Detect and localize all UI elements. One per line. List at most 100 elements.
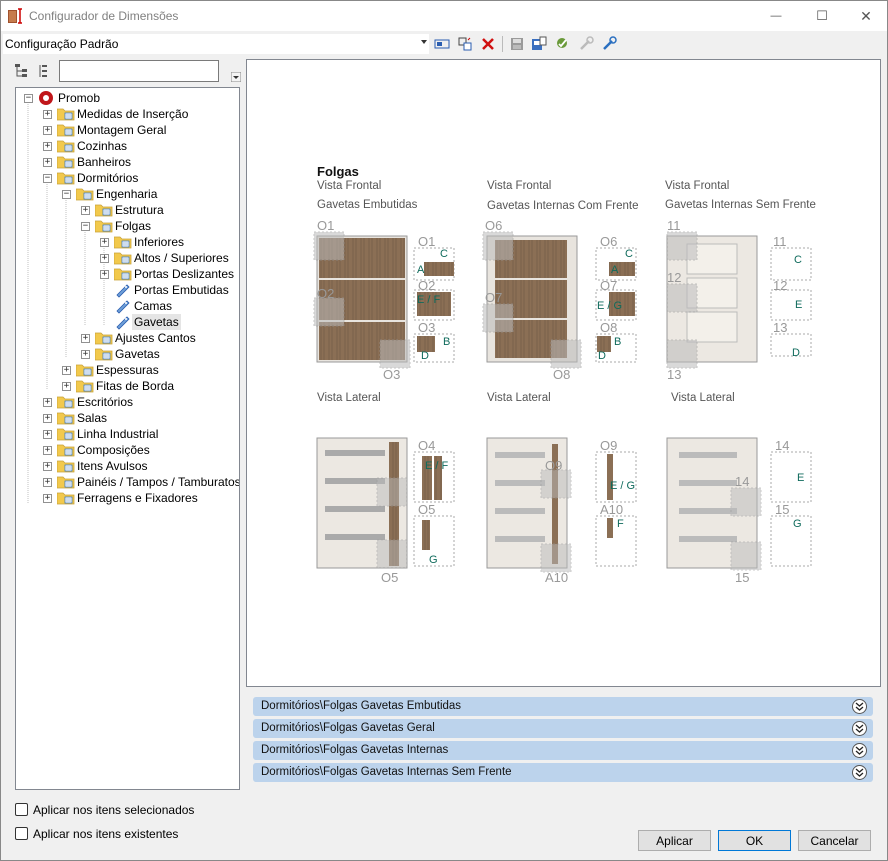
folder-icon <box>57 492 75 505</box>
expand-icon[interactable]: + <box>43 110 52 119</box>
tool-disabled-button[interactable] <box>577 35 595 53</box>
rename-button[interactable] <box>433 35 451 53</box>
tool-button[interactable] <box>600 35 618 53</box>
tree-list-button[interactable] <box>35 62 53 80</box>
tree-node[interactable]: + Medidas de Inserção <box>16 106 239 122</box>
tree-node[interactable]: + Fitas de Borda <box>16 378 239 394</box>
save-button[interactable] <box>508 35 526 53</box>
collapse-icon[interactable]: − <box>24 94 33 103</box>
apply-selected-checkbox[interactable] <box>15 803 28 816</box>
minimize-button[interactable]: — <box>753 1 799 31</box>
expand-icon[interactable]: + <box>43 494 52 503</box>
tree-node[interactable]: + Montagem Geral <box>16 122 239 138</box>
folder-icon <box>57 108 75 121</box>
expand-icon[interactable]: + <box>43 414 52 423</box>
accordion-header[interactable]: Dormitórios\Folgas Gavetas Embutidas <box>253 697 873 716</box>
tree-search-input[interactable] <box>59 60 219 82</box>
label-o3-detail: O3 <box>418 320 436 335</box>
tree-node[interactable]: + Inferiores <box>16 234 239 250</box>
tag-icon <box>116 300 130 314</box>
expand-icon[interactable]: + <box>62 366 71 375</box>
tree-view[interactable]: − Promob + Medidas de Inserção + Montagem Ger… <box>15 87 240 790</box>
tree-node[interactable]: + Espessuras <box>16 362 239 378</box>
config-select[interactable]: Configuração Padrão <box>3 34 429 54</box>
tree-node[interactable]: + Portas Deslizantes <box>16 266 239 282</box>
cancel-button[interactable]: Cancelar <box>798 830 871 851</box>
settings-check-button[interactable] <box>554 35 572 53</box>
letter-g5: G <box>429 554 438 566</box>
label-a10-main: A10 <box>545 570 569 585</box>
col3-view-label: Vista Frontal <box>665 180 730 192</box>
tree-node[interactable]: + Itens Avulsos <box>16 458 239 474</box>
expand-icon[interactable]: + <box>43 126 52 135</box>
tree-node[interactable]: + Painéis / Tampos / Tamburatos <box>16 474 239 490</box>
expand-icon[interactable]: + <box>100 270 109 279</box>
expand-icon[interactable]: + <box>100 254 109 263</box>
tree-node[interactable]: − Promob <box>16 90 239 106</box>
tree-node[interactable]: + Gavetas <box>16 346 239 362</box>
expand-chevron-icon[interactable] <box>852 699 867 714</box>
tree-node[interactable]: + Altos / Superiores <box>16 250 239 266</box>
expand-chevron-icon[interactable] <box>852 743 867 758</box>
chevron-down-icon <box>230 71 242 83</box>
expand-chevron-icon[interactable] <box>852 721 867 736</box>
expand-icon[interactable]: + <box>81 334 90 343</box>
close-button[interactable]: ✕ <box>843 1 888 31</box>
tree-node-label: Folgas <box>115 219 152 233</box>
expand-icon[interactable]: + <box>81 350 90 359</box>
accordion-header[interactable]: Dormitórios\Folgas Gavetas Internas Sem … <box>253 763 873 782</box>
tree-node[interactable]: − Engenharia <box>16 186 239 202</box>
delete-button[interactable] <box>479 35 497 53</box>
collapse-icon[interactable]: − <box>81 222 90 231</box>
expand-icon[interactable]: + <box>43 158 52 167</box>
copy-config-button[interactable] <box>456 35 474 53</box>
tree-node[interactable]: Portas Embutidas <box>16 282 239 298</box>
tree-node[interactable]: + Salas <box>16 410 239 426</box>
expand-icon[interactable]: + <box>43 462 52 471</box>
tree-node[interactable]: + Escritórios <box>16 394 239 410</box>
tree-node[interactable]: − Folgas <box>16 218 239 234</box>
apply-button[interactable]: Aplicar <box>638 830 711 851</box>
expand-icon[interactable]: + <box>81 206 90 215</box>
tree-node[interactable]: + Composições <box>16 442 239 458</box>
tree-node-label: Escritórios <box>77 395 134 409</box>
label-o6: O6 <box>485 218 503 233</box>
export-button[interactable] <box>530 35 548 53</box>
expand-icon[interactable]: + <box>43 478 52 487</box>
expand-icon[interactable]: + <box>62 382 71 391</box>
tree-node[interactable]: + Linha Industrial <box>16 426 239 442</box>
expand-icon[interactable]: + <box>43 430 52 439</box>
tree-node[interactable]: Camas <box>16 298 239 314</box>
tree-filter-button[interactable] <box>230 71 242 83</box>
letter-e14: E <box>797 472 805 484</box>
accordion-header[interactable]: Dormitórios\Folgas Gavetas Internas <box>253 741 873 760</box>
tree-expand-button[interactable] <box>13 62 31 80</box>
folder-icon <box>76 364 94 377</box>
collapse-icon[interactable]: − <box>62 190 71 199</box>
tree-node[interactable]: + Banheiros <box>16 154 239 170</box>
maximize-button[interactable]: ☐ <box>799 1 845 31</box>
ok-button[interactable]: OK <box>718 830 791 851</box>
tree-node[interactable]: + Estrutura <box>16 202 239 218</box>
collapse-icon[interactable]: − <box>43 174 52 183</box>
accordion-header[interactable]: Dormitórios\Folgas Gavetas Geral <box>253 719 873 738</box>
tree-node[interactable]: − Dormitórios <box>16 170 239 186</box>
tree-node[interactable]: Gavetas <box>16 314 239 330</box>
folder-icon <box>57 460 75 473</box>
expand-icon[interactable]: + <box>100 238 109 247</box>
expand-icon[interactable]: + <box>43 398 52 407</box>
label-o8: O8 <box>553 367 571 382</box>
col2-view-label: Vista Frontal <box>487 180 552 192</box>
expand-icon[interactable]: + <box>43 142 52 151</box>
label-o2-detail: O2 <box>418 278 436 293</box>
expand-chevron-icon[interactable] <box>852 765 867 780</box>
tree-hierarchy-icon <box>15 64 27 77</box>
toolbar: Configuração Padrão <box>1 32 887 56</box>
letter-b1: B <box>443 336 451 348</box>
tree-node[interactable]: + Ferragens e Fixadores <box>16 490 239 506</box>
apply-existing-checkbox[interactable] <box>15 827 28 840</box>
close-icon: ✕ <box>860 7 872 24</box>
tree-node[interactable]: + Cozinhas <box>16 138 239 154</box>
expand-icon[interactable]: + <box>43 446 52 455</box>
tree-node[interactable]: + Ajustes Cantos <box>16 330 239 346</box>
